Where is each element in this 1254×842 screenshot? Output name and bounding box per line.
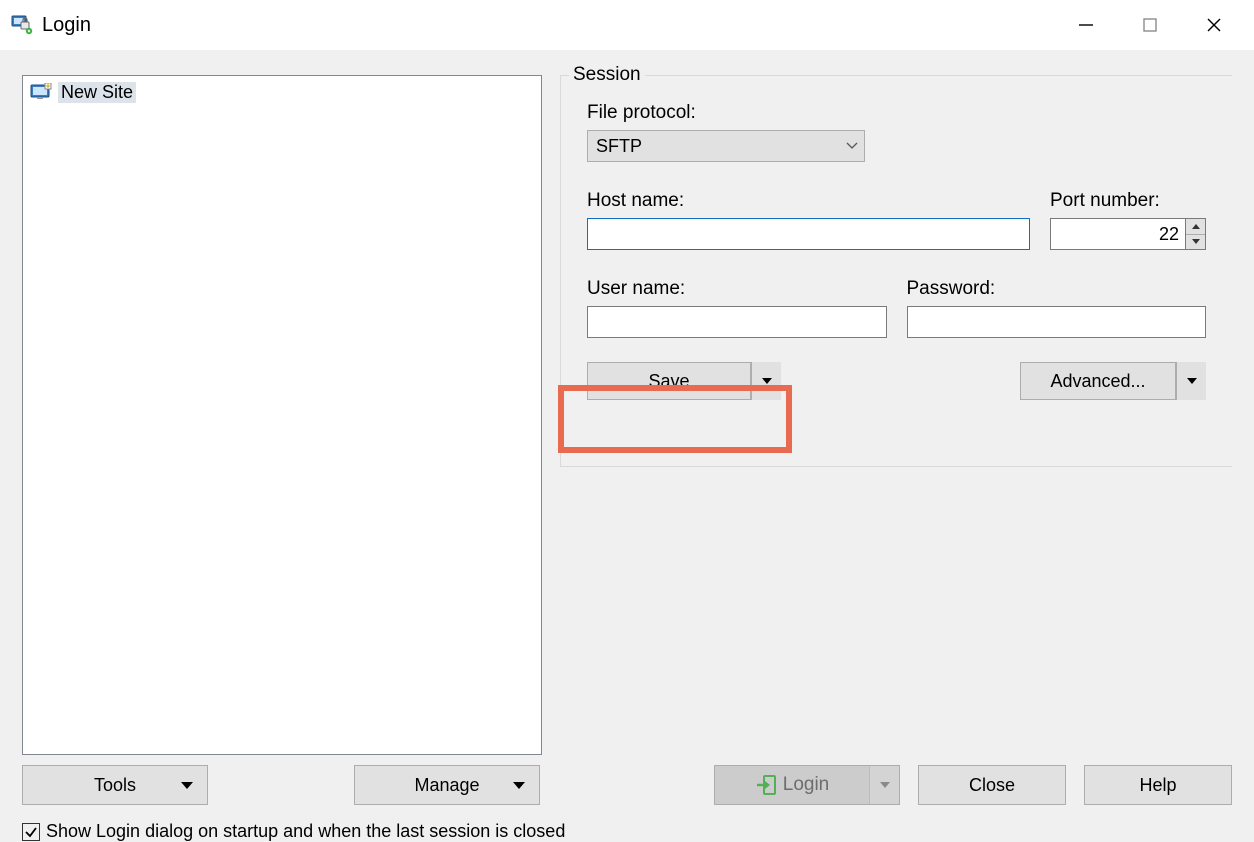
spin-down-icon[interactable]	[1186, 235, 1205, 250]
port-label: Port number:	[1050, 190, 1206, 212]
caret-down-icon	[181, 782, 193, 789]
titlebar: Login	[0, 0, 1254, 50]
advanced-button-label: Advanced...	[1050, 371, 1145, 392]
window-title: Login	[42, 14, 91, 37]
login-button-label: Login	[783, 774, 830, 796]
monitor-icon	[30, 83, 52, 101]
show-login-checkbox[interactable]	[22, 823, 40, 841]
host-name-input[interactable]	[587, 218, 1030, 250]
save-button[interactable]: Save	[587, 362, 751, 400]
help-button-label: Help	[1139, 775, 1176, 796]
caret-down-icon	[513, 782, 525, 789]
close-icon[interactable]	[1202, 13, 1226, 37]
password-label: Password:	[907, 278, 1207, 300]
file-protocol-value: SFTP	[596, 136, 642, 157]
file-protocol-select[interactable]: SFTP	[587, 130, 865, 162]
save-button-label: Save	[648, 371, 689, 392]
spin-up-icon[interactable]	[1186, 219, 1205, 235]
close-button-label: Close	[969, 775, 1015, 796]
password-input[interactable]	[907, 306, 1207, 338]
advanced-button[interactable]: Advanced...	[1020, 362, 1176, 400]
sites-list[interactable]: New Site	[22, 75, 542, 755]
client-area: New Site Session File protocol: SFTP Hos…	[0, 50, 1254, 842]
port-spinner[interactable]	[1186, 218, 1206, 250]
session-group: Session File protocol: SFTP Host name: P…	[560, 75, 1232, 467]
user-name-input[interactable]	[587, 306, 887, 338]
site-item-new[interactable]: New Site	[26, 79, 538, 105]
maximize-icon[interactable]	[1138, 13, 1162, 37]
advanced-button-dropdown[interactable]	[1176, 362, 1206, 400]
tools-button-label: Tools	[94, 775, 136, 796]
manage-button-label: Manage	[414, 775, 479, 796]
user-name-label: User name:	[587, 278, 887, 300]
login-icon	[755, 774, 777, 796]
login-button-dropdown[interactable]	[869, 766, 899, 804]
show-login-checkbox-row[interactable]: Show Login dialog on startup and when th…	[22, 821, 1232, 842]
site-item-label: New Site	[58, 82, 136, 103]
show-login-label: Show Login dialog on startup and when th…	[46, 821, 565, 842]
tools-button[interactable]: Tools	[22, 765, 208, 805]
port-input[interactable]	[1050, 218, 1186, 250]
minimize-icon[interactable]	[1074, 13, 1098, 37]
chevron-down-icon	[846, 142, 858, 150]
help-button[interactable]: Help	[1084, 765, 1232, 805]
host-name-label: Host name:	[587, 190, 1030, 212]
app-icon	[10, 13, 34, 37]
session-legend: Session	[569, 64, 645, 86]
file-protocol-label: File protocol:	[587, 102, 1206, 124]
login-button[interactable]: Login	[714, 765, 900, 805]
close-button[interactable]: Close	[918, 765, 1066, 805]
manage-button[interactable]: Manage	[354, 765, 540, 805]
save-button-dropdown[interactable]	[751, 362, 781, 400]
window-controls	[1074, 13, 1244, 37]
